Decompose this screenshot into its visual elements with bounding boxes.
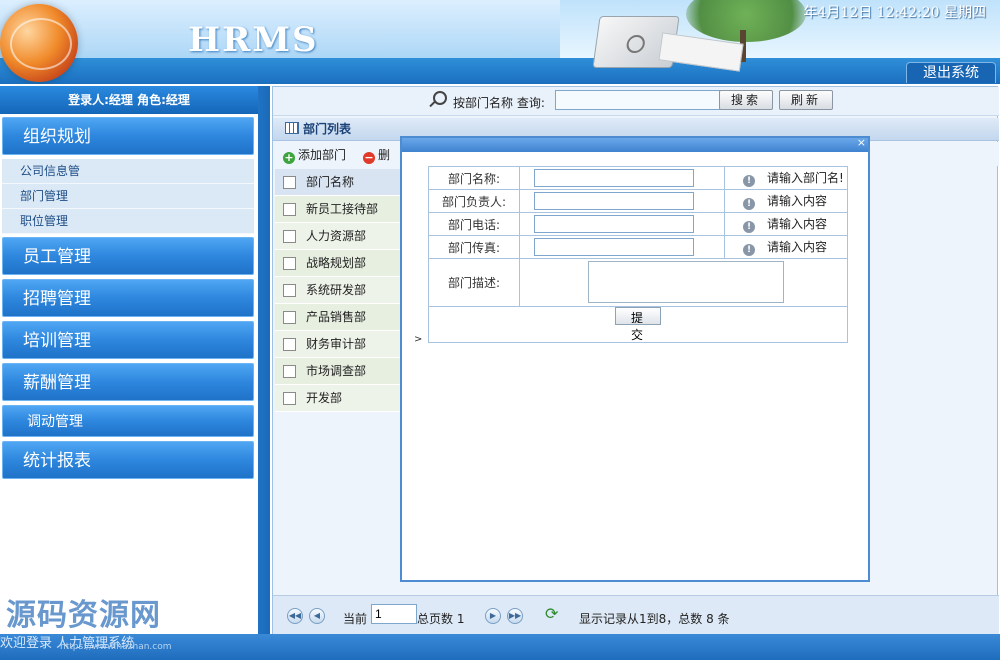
add-department-button[interactable]: + 添加部门 (283, 146, 346, 164)
info-icon: ! (743, 244, 755, 256)
department-manager-input[interactable] (534, 192, 694, 210)
nav-group-reports[interactable]: 统计报表 (2, 441, 254, 479)
table-header-row: 部门名称 (275, 169, 401, 196)
refresh-button[interactable]: 刷新 (779, 90, 833, 110)
subnav-item-position-mgmt[interactable]: 职位管理 (2, 209, 254, 234)
row-checkbox[interactable] (283, 311, 296, 324)
nav-group-recruit[interactable]: 招聘管理 (2, 279, 254, 317)
row-checkbox[interactable] (283, 392, 296, 405)
column-header-name: 部门名称 (306, 175, 355, 189)
nav-group-transfer[interactable]: 调动管理 (2, 405, 254, 437)
expand-arrow-icon[interactable]: > (414, 334, 422, 345)
row-checkbox[interactable] (283, 284, 296, 297)
brand-title: HRMS (188, 20, 319, 60)
add-icon: + (283, 151, 295, 164)
hint-phone: 请输入内容 (767, 217, 828, 231)
field-label-name: 部门名称: (428, 166, 520, 190)
department-fax-input[interactable] (534, 238, 694, 256)
next-page-icon[interactable]: ▶ (485, 608, 501, 624)
department-desc-textarea[interactable] (588, 261, 784, 303)
nav-group-salary[interactable]: 薪酬管理 (2, 363, 254, 401)
search-label: 按部门名称 查询: (453, 96, 545, 110)
table-row: 战略规划部 (275, 250, 401, 277)
current-page-input[interactable] (371, 604, 417, 624)
row-checkbox[interactable] (283, 365, 296, 378)
search-icon (433, 91, 447, 105)
table-row: 人力资源部 (275, 223, 401, 250)
field-label-fax: 部门传真: (428, 235, 520, 259)
hint-fax: 请输入内容 (767, 240, 828, 254)
table-row: 新员工接待部 (275, 196, 401, 223)
subnav-org-planning: 公司信息管 部门管理 职位管理 (2, 159, 254, 234)
delete-button[interactable]: − 删 (363, 146, 390, 164)
search-bar: 按部门名称 查询: 搜索 刷新 (273, 87, 999, 116)
row-checkbox[interactable] (283, 338, 296, 351)
last-page-icon[interactable]: ▶▶ (507, 608, 523, 624)
hint-manager: 请输入内容 (767, 194, 828, 208)
current-page-label: 当前 (343, 612, 368, 626)
hint-name: 请输入部门名! (767, 171, 844, 185)
info-icon: ! (743, 175, 755, 187)
select-all-checkbox[interactable] (283, 176, 296, 189)
user-info: 登录人:经理 角色:经理 (0, 86, 258, 114)
sidebar-splitter[interactable] (258, 86, 270, 634)
field-label-desc: 部门描述: (428, 258, 520, 307)
first-page-icon[interactable]: ◀◀ (287, 608, 303, 624)
subnav-item-company-info[interactable]: 公司信息管 (2, 159, 254, 184)
row-checkbox[interactable] (283, 257, 296, 270)
nav-group-training[interactable]: 培训管理 (2, 321, 254, 359)
nav-group-org-planning[interactable]: 组织规划 (2, 117, 254, 155)
pager: ◀◀ ◀ 当前 总页数 1 ▶ ▶▶ ⟳ 显示记录从1到8，总数 8 条 (273, 595, 999, 634)
delete-icon: − (363, 151, 375, 164)
table-row: 财务审计部 (275, 331, 401, 358)
status-footer: 欢迎登录 人力管理系统 https://www.huzhan.com (0, 634, 1000, 660)
department-table: 部门名称 新员工接待部 人力资源部 战略规划部 系统研发部 产品销售部 财务审计… (275, 169, 401, 412)
nav-group-employee[interactable]: 员工管理 (2, 237, 254, 275)
record-status: 显示记录从1到8，总数 8 条 (579, 612, 730, 626)
footer-url: https://www.huzhan.com (60, 642, 172, 652)
datetime-display: 年4月12日 12:42:20 星期四 (803, 5, 987, 21)
table-row: 开发部 (275, 385, 401, 412)
table-row: 产品销售部 (275, 304, 401, 331)
row-checkbox[interactable] (283, 203, 296, 216)
app-header: HRMS 年4月12日 12:42:20 星期四 退出系统 (0, 0, 1000, 84)
grid-icon (285, 122, 299, 134)
prev-page-icon[interactable]: ◀ (309, 608, 325, 624)
close-icon[interactable]: × (857, 136, 866, 149)
logout-button[interactable]: 退出系统 (906, 62, 996, 83)
field-label-manager: 部门负责人: (428, 189, 520, 213)
search-input[interactable] (555, 90, 721, 110)
row-checkbox[interactable] (283, 230, 296, 243)
submit-button[interactable]: 提 交 (615, 307, 661, 342)
total-pages: 总页数 1 (417, 612, 465, 626)
table-row: 系统研发部 (275, 277, 401, 304)
add-department-dialog: × 部门名称: ! 请输入部门名! 部门负责人: ! 请输入内容 部门电话: ! 请输… (400, 136, 870, 582)
table-row: 市场调查部 (275, 358, 401, 385)
field-label-phone: 部门电话: (428, 212, 520, 236)
refresh-icon[interactable]: ⟳ (545, 606, 561, 622)
dialog-titlebar[interactable]: × (402, 136, 868, 152)
search-button[interactable]: 搜索 (719, 90, 773, 110)
info-icon: ! (743, 198, 755, 210)
department-phone-input[interactable] (534, 215, 694, 233)
department-form: 部门名称: ! 请输入部门名! 部门负责人: ! 请输入内容 部门电话: ! 请输入内… (428, 166, 848, 343)
sidebar: 登录人:经理 角色:经理 组织规划 公司信息管 部门管理 职位管理 员工管理 招… (0, 86, 258, 634)
department-name-input[interactable] (534, 169, 694, 187)
subnav-item-department-mgmt[interactable]: 部门管理 (2, 184, 254, 209)
globe-logo-icon (0, 4, 78, 82)
watermark: 源码资源网 (6, 598, 161, 633)
info-icon: ! (743, 221, 755, 233)
